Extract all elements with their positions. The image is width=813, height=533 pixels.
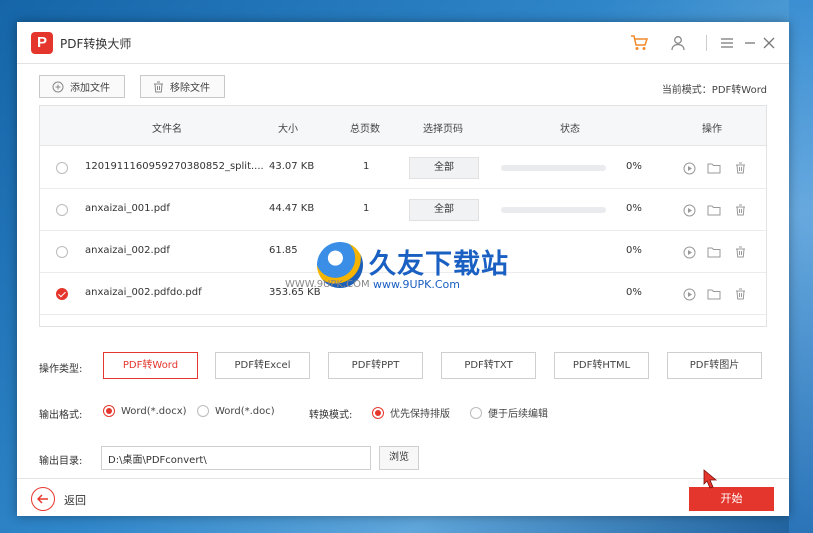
play-icon[interactable] (681, 286, 697, 302)
play-icon[interactable] (681, 244, 697, 260)
play-icon[interactable] (681, 160, 697, 176)
back-arrow-icon[interactable] (31, 487, 55, 511)
file-pages: 1 (363, 161, 370, 172)
current-mode-text: 当前模式：PDF转Word (661, 85, 767, 96)
delete-icon[interactable] (732, 286, 748, 302)
format-docx-option[interactable]: Word(*.docx) (103, 405, 187, 417)
row-select-radio[interactable] (56, 246, 68, 258)
folder-icon[interactable] (706, 286, 722, 302)
arrow-cursor-icon (703, 469, 718, 489)
type-pdf-word-button[interactable]: PDF转Word (103, 352, 198, 379)
mode-layout-option[interactable]: 优先保持排版 (372, 405, 450, 420)
type-pdf-txt-button[interactable]: PDF转TXT (441, 352, 536, 379)
type-pdf-html-button[interactable]: PDF转HTML (554, 352, 649, 379)
output-dir-input[interactable] (101, 446, 371, 470)
header-name: 文件名 (152, 124, 182, 135)
plus-circle-icon (52, 81, 64, 93)
back-label[interactable]: 返回 (64, 492, 86, 508)
file-size: 61.85 (269, 245, 298, 256)
footer-bar: 返回 开始 (17, 478, 789, 516)
user-icon[interactable] (668, 33, 688, 53)
type-pdf-image-button[interactable]: PDF转图片 (667, 352, 762, 379)
progress-percent: 0% (626, 203, 642, 214)
remove-file-label: 移除文件 (170, 83, 210, 94)
table-row[interactable]: anxaizai_001.pdf 44.47 KB 1 全部 0% (40, 189, 766, 231)
file-name: 1201911160959270380852_split.... (85, 161, 264, 172)
menu-icon[interactable] (717, 33, 737, 53)
desktop-background-strip (789, 0, 813, 533)
output-dir-label: 输出目录: (39, 456, 83, 467)
app-window: P PDF转换大师 添加文件 移除文件 当前模式：PDF转Word 文件名 大小… (17, 22, 789, 516)
add-file-button[interactable]: 添加文件 (39, 75, 125, 98)
close-icon[interactable] (759, 33, 779, 53)
progress-bar (501, 207, 606, 213)
mode-layout-label: 优先保持排版 (390, 409, 450, 420)
folder-icon[interactable] (706, 244, 722, 260)
row-select-radio[interactable] (56, 204, 68, 216)
mode-edit-option[interactable]: 便于后续编辑 (470, 405, 548, 420)
type-pdf-excel-button[interactable]: PDF转Excel (215, 352, 310, 379)
minimize-icon[interactable] (740, 33, 760, 53)
folder-icon[interactable] (706, 160, 722, 176)
app-title: PDF转换大师 (60, 37, 132, 51)
file-name: anxaizai_002.pdfdo.pdf (85, 287, 202, 298)
play-icon[interactable] (681, 202, 697, 218)
folder-icon[interactable] (706, 202, 722, 218)
row-select-radio[interactable] (56, 288, 68, 300)
header-status: 状态 (560, 124, 580, 135)
operation-type-label: 操作类型: (39, 364, 83, 375)
browse-button[interactable]: 浏览 (379, 446, 419, 470)
type-pdf-ppt-button[interactable]: PDF转PPT (328, 352, 423, 379)
remove-file-button[interactable]: 移除文件 (140, 75, 225, 98)
delete-icon[interactable] (732, 202, 748, 218)
watermark-title: 久友下载站 (369, 249, 509, 280)
output-format-label: 输出格式: (39, 410, 83, 421)
page-range-button[interactable]: 全部 (409, 199, 479, 221)
mode-edit-label: 便于后续编辑 (488, 409, 548, 420)
cart-icon[interactable] (629, 33, 649, 53)
watermark-url: www.9UPK.Com (373, 278, 460, 291)
progress-percent: 0% (626, 245, 642, 256)
start-button[interactable]: 开始 (689, 487, 774, 511)
radio-on (372, 406, 384, 419)
format-doc-option[interactable]: Word(*.doc) (197, 405, 275, 417)
file-name: anxaizai_002.pdf (85, 245, 170, 256)
delete-icon[interactable] (732, 160, 748, 176)
header-pages: 总页数 (350, 124, 380, 135)
row-select-radio[interactable] (56, 162, 68, 174)
file-pages: 1 (363, 203, 370, 214)
format-docx-label: Word(*.docx) (121, 405, 187, 417)
watermark-url-left: WWW.9UPK.COM (285, 279, 370, 290)
convert-mode-label: 转换模式: (309, 410, 353, 421)
table-row[interactable]: 1201911160959270380852_split.... 43.07 K… (40, 147, 766, 189)
add-file-label: 添加文件 (70, 83, 110, 94)
app-logo: P (31, 32, 53, 54)
file-name: anxaizai_001.pdf (85, 203, 170, 214)
format-doc-label: Word(*.doc) (215, 405, 275, 417)
title-bar: P PDF转换大师 (17, 22, 789, 64)
file-size: 44.47 KB (269, 203, 315, 214)
header-size: 大小 (278, 124, 298, 135)
header-ops: 操作 (702, 124, 722, 135)
file-size: 43.07 KB (269, 161, 315, 172)
radio-off (470, 406, 482, 419)
progress-percent: 0% (626, 287, 642, 298)
radio-off (197, 405, 209, 417)
table-header: 文件名 大小 总页数 选择页码 状态 操作 (40, 106, 766, 146)
progress-bar (501, 165, 606, 171)
radio-on (103, 405, 115, 417)
titlebar-separator (706, 35, 707, 51)
page-range-button[interactable]: 全部 (409, 157, 479, 179)
delete-icon[interactable] (732, 244, 748, 260)
progress-percent: 0% (626, 161, 642, 172)
trash-icon (153, 81, 164, 93)
site-watermark: 久友下载站 www.9UPK.Com WWW.9UPK.COM (285, 240, 523, 300)
header-select: 选择页码 (423, 124, 463, 135)
